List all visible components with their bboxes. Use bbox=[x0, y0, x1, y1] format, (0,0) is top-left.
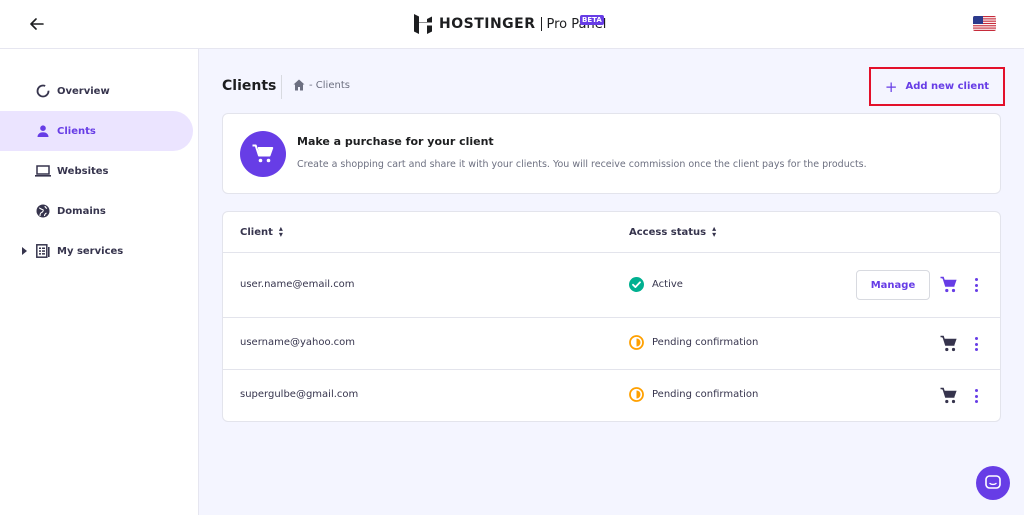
laptop-icon bbox=[35, 163, 51, 179]
manage-button[interactable]: Manage bbox=[856, 270, 930, 300]
promo-title: Make a purchase for your client bbox=[297, 135, 494, 148]
chat-button[interactable] bbox=[976, 466, 1010, 500]
brand-name: HOSTINGER bbox=[439, 16, 536, 32]
clients-table: Client ▴ ▾ Access status ▴ ▾ user.name@ema… bbox=[222, 211, 1001, 422]
title-divider bbox=[281, 75, 282, 99]
status-label: Pending confirmation bbox=[652, 337, 759, 348]
brand-divider bbox=[540, 17, 542, 31]
services-icon bbox=[35, 243, 51, 259]
column-header-label: Access status bbox=[629, 226, 707, 238]
top-bar: HOSTINGER Pro Panel BETA bbox=[0, 0, 1024, 49]
cart-icon[interactable] bbox=[940, 387, 958, 405]
sort-icon: ▴ ▾ bbox=[712, 224, 717, 239]
breadcrumb-current: - Clients bbox=[309, 79, 350, 91]
sidebar-item-my-services[interactable]: My services bbox=[0, 231, 193, 271]
sidebar-item-label: Overview bbox=[57, 85, 110, 97]
table-row: supergulbe@gmail.com Pending confirmatio… bbox=[223, 369, 1000, 421]
sort-icon: ▴ ▾ bbox=[278, 224, 283, 239]
status-label: Pending confirmation bbox=[652, 389, 759, 400]
check-circle-icon bbox=[629, 277, 644, 292]
cart-icon[interactable] bbox=[940, 335, 958, 353]
beta-badge: BETA bbox=[580, 15, 604, 25]
sidebar-item-label: Websites bbox=[57, 165, 109, 177]
more-options-icon[interactable] bbox=[971, 388, 981, 404]
page-title: Clients bbox=[222, 78, 277, 94]
pending-clock-icon bbox=[629, 387, 644, 402]
sidebar-item-label: Clients bbox=[57, 125, 96, 137]
access-status: Pending confirmation bbox=[629, 387, 758, 402]
us-flag-icon[interactable] bbox=[973, 16, 996, 31]
client-email: supergulbe@gmail.com bbox=[240, 389, 359, 400]
sidebar: Overview Clients Websites Domains My ser… bbox=[0, 49, 199, 515]
purchase-promo-card: Make a purchase for your client Create a… bbox=[222, 113, 1001, 194]
overview-icon bbox=[35, 83, 51, 99]
sidebar-item-overview[interactable]: Overview bbox=[0, 71, 193, 111]
brand[interactable]: HOSTINGER Pro Panel bbox=[414, 13, 606, 35]
table-row: username@yahoo.com Pending confirmation bbox=[223, 317, 1000, 369]
sidebar-item-clients[interactable]: Clients bbox=[0, 111, 193, 151]
table-row: user.name@email.com Active Manage bbox=[223, 252, 1000, 317]
promo-description: Create a shopping cart and share it with… bbox=[297, 159, 867, 170]
arrow-left-icon bbox=[30, 18, 44, 30]
column-header-client[interactable]: Client ▴ ▾ bbox=[240, 224, 283, 239]
column-header-label: Client bbox=[240, 226, 273, 238]
status-label: Active bbox=[652, 279, 683, 290]
more-options-icon[interactable] bbox=[971, 336, 981, 352]
sidebar-item-domains[interactable]: Domains bbox=[0, 191, 193, 231]
globe-icon bbox=[35, 203, 51, 219]
client-email: username@yahoo.com bbox=[240, 337, 355, 348]
column-header-access-status[interactable]: Access status ▴ ▾ bbox=[629, 224, 717, 239]
chat-icon bbox=[985, 475, 1001, 489]
cart-icon bbox=[252, 144, 274, 163]
sidebar-item-label: Domains bbox=[57, 205, 106, 217]
add-new-client-label: Add new client bbox=[905, 81, 990, 92]
pending-clock-icon bbox=[629, 335, 644, 350]
user-icon bbox=[35, 123, 51, 139]
cart-icon[interactable] bbox=[940, 276, 958, 294]
plus-icon: + bbox=[884, 77, 898, 96]
add-new-client-button[interactable]: + Add new client bbox=[869, 67, 1005, 106]
sidebar-item-websites[interactable]: Websites bbox=[0, 151, 193, 191]
more-options-icon[interactable] bbox=[971, 277, 981, 293]
client-email: user.name@email.com bbox=[240, 279, 355, 290]
home-icon[interactable] bbox=[293, 79, 305, 91]
back-button[interactable] bbox=[26, 13, 48, 35]
hostinger-logo-icon bbox=[414, 14, 432, 34]
cart-icon-badge bbox=[240, 131, 286, 177]
chevron-right-icon bbox=[22, 247, 27, 255]
sidebar-item-label: My services bbox=[57, 245, 124, 257]
breadcrumb: - Clients bbox=[293, 79, 350, 91]
access-status: Active bbox=[629, 277, 683, 292]
access-status: Pending confirmation bbox=[629, 335, 758, 350]
